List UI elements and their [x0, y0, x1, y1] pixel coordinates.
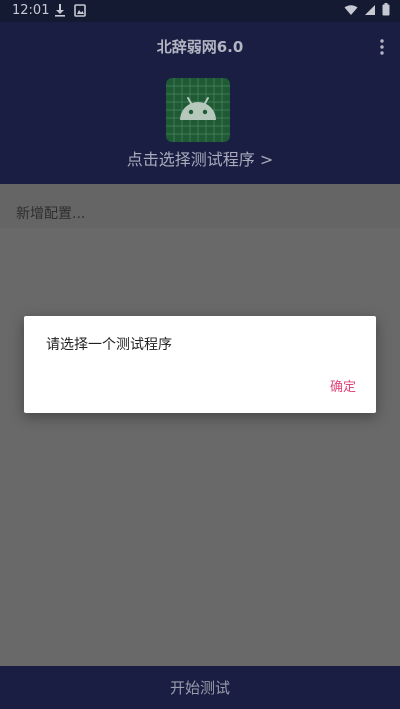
selected-app-icon-button[interactable]: [166, 78, 230, 142]
status-right-icons: [344, 3, 390, 16]
add-config-row[interactable]: 新增配置...: [0, 184, 400, 228]
start-test-button[interactable]: 开始测试: [0, 666, 400, 709]
alert-dialog: 请选择一个测试程序 确定: [24, 316, 376, 413]
image-notification-icon: [74, 3, 86, 17]
overflow-menu-button[interactable]: [374, 36, 390, 58]
signal-icon: [365, 4, 375, 15]
add-config-label: 新增配置...: [16, 206, 86, 222]
status-bar: 12:01: [0, 0, 400, 22]
select-program-link[interactable]: 点击选择测试程序 >: [0, 146, 400, 170]
app-title: 北辞弱网6.0: [156, 38, 244, 56]
wifi-icon: [344, 4, 358, 15]
android-icon: [166, 78, 230, 142]
app-header: 北辞弱网6.0 点击选择测试程序 >: [0, 22, 400, 184]
dialog-message: 请选择一个测试程序: [46, 337, 172, 353]
more-vert-icon: [380, 39, 384, 55]
battery-icon: [382, 3, 390, 16]
status-time: 12:01: [12, 3, 50, 18]
dialog-ok-button[interactable]: 确定: [324, 372, 362, 399]
start-test-label: 开始测试: [169, 679, 230, 697]
status-left-icons: [54, 3, 86, 17]
download-icon: [55, 4, 65, 17]
